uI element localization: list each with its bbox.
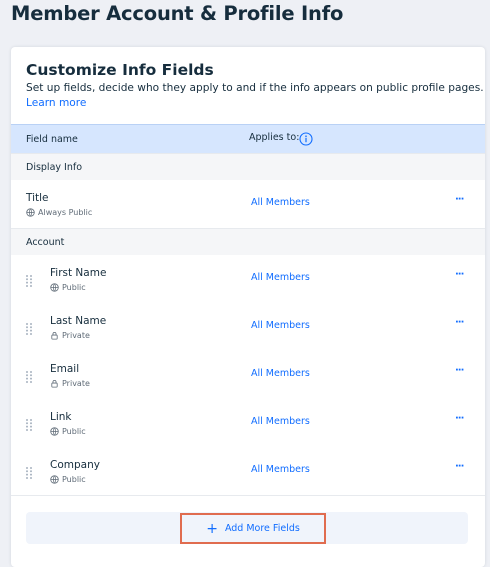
field-row: Link Public All Members ··· [11,399,485,448]
applies-to-link[interactable]: All Members [251,464,310,475]
applies-to-link[interactable]: All Members [251,416,310,427]
plus-icon: + [206,520,218,537]
card-subtitle: Set up fields, decide who they apply to … [26,82,484,94]
column-header-field-name: Field name [26,134,78,145]
section-label: Display Info [26,162,83,173]
field-name: Company [50,459,100,471]
field-row: Company Public All Members ··· [11,447,485,496]
globe-icon [50,475,59,484]
privacy-label: Public [62,475,86,484]
more-actions-button[interactable]: ··· [455,365,464,376]
learn-more-link[interactable]: Learn more [26,97,86,109]
applies-to-link[interactable]: All Members [251,272,310,283]
more-actions-button[interactable]: ··· [455,194,464,205]
add-more-fields-label: Add More Fields [224,523,300,534]
privacy-status: Public [50,283,86,292]
privacy-status: Private [50,379,90,388]
more-actions-button[interactable]: ··· [455,317,464,328]
applies-to-link[interactable]: All Members [251,320,310,331]
more-actions-button[interactable]: ··· [455,461,464,472]
field-name: Link [50,411,72,423]
applies-to-link[interactable]: All Members [251,368,310,379]
field-row: Email Private All Members ··· [11,351,485,400]
applies-to-link[interactable]: All Members [251,197,310,208]
globe-icon [26,208,35,217]
add-more-fields-button[interactable]: + Add More Fields [180,513,326,544]
field-row: Title Always Public All Members ··· [11,180,485,229]
drag-handle-icon[interactable] [25,417,33,431]
section-header: Account [11,228,485,257]
more-actions-button[interactable]: ··· [455,269,464,280]
privacy-label: Public [62,427,86,436]
section-label: Account [26,237,65,248]
field-row: First Name Public All Members ··· [11,255,485,304]
info-fields-card: Customize Info Fields Set up fields, dec… [11,47,485,567]
info-icon[interactable] [299,132,313,146]
card-title: Customize Info Fields [26,61,214,79]
field-name: Email [50,363,80,375]
privacy-status: Public [50,427,86,436]
privacy-label: Public [62,283,86,292]
drag-handle-icon[interactable] [25,369,33,383]
privacy-status: Private [50,331,90,340]
field-name: Title [26,192,49,204]
field-name: First Name [50,267,107,279]
drag-handle-icon[interactable] [25,465,33,479]
privacy-label: Private [62,331,90,340]
privacy-status: Always Public [26,208,92,217]
field-name: Last Name [50,315,107,327]
lock-icon [50,331,59,340]
privacy-label: Always Public [38,208,93,217]
drag-handle-icon[interactable] [25,321,33,335]
field-row: Last Name Private All Members ··· [11,303,485,352]
privacy-label: Private [62,379,90,388]
globe-icon [50,427,59,436]
lock-icon [50,379,59,388]
more-actions-button[interactable]: ··· [455,413,464,424]
page-title: Member Account & Profile Info [11,2,344,25]
table-header: Field name Applies to: [11,124,485,154]
privacy-status: Public [50,475,86,484]
column-header-applies-to: Applies to: [249,132,300,143]
globe-icon [50,283,59,292]
drag-handle-icon[interactable] [25,273,33,287]
section-header: Display Info [11,153,485,182]
